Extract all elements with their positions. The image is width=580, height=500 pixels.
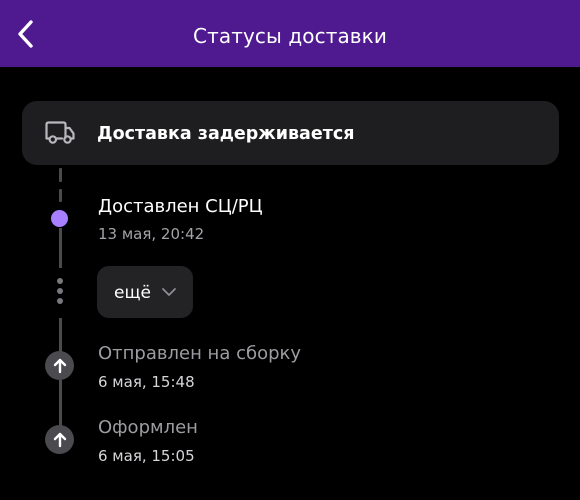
chevron-down-icon — [162, 288, 176, 296]
status-title: Отправлен на сборку — [98, 343, 302, 364]
timeline-line — [58, 380, 62, 428]
status-date: 6 мая, 15:05 — [98, 447, 195, 465]
timeline-dash — [58, 168, 62, 182]
status-date: 6 мая, 15:48 — [98, 373, 195, 391]
timeline-line — [58, 228, 62, 268]
show-more-button[interactable]: ещё — [97, 266, 193, 318]
arrow-up-icon — [45, 425, 74, 454]
status-title: Доставлен СЦ/РЦ — [98, 196, 263, 217]
delay-banner-text: Доставка задерживается — [97, 124, 355, 144]
status-date: 13 мая, 20:42 — [98, 225, 205, 243]
delay-banner: Доставка задерживается — [22, 101, 559, 165]
arrow-up-icon — [45, 351, 74, 380]
header-bar: Статусы доставки — [0, 0, 580, 67]
page-title: Статусы доставки — [193, 24, 387, 48]
status-title: Оформлен — [98, 417, 198, 438]
current-status-dot — [51, 210, 68, 227]
timeline-dash — [58, 189, 62, 202]
more-dots-icon — [56, 278, 64, 308]
truck-icon — [45, 121, 75, 144]
show-more-label: ещё — [114, 283, 151, 303]
delivery-statuses-screen: Статусы доставки Доставка задерживается … — [0, 0, 580, 500]
